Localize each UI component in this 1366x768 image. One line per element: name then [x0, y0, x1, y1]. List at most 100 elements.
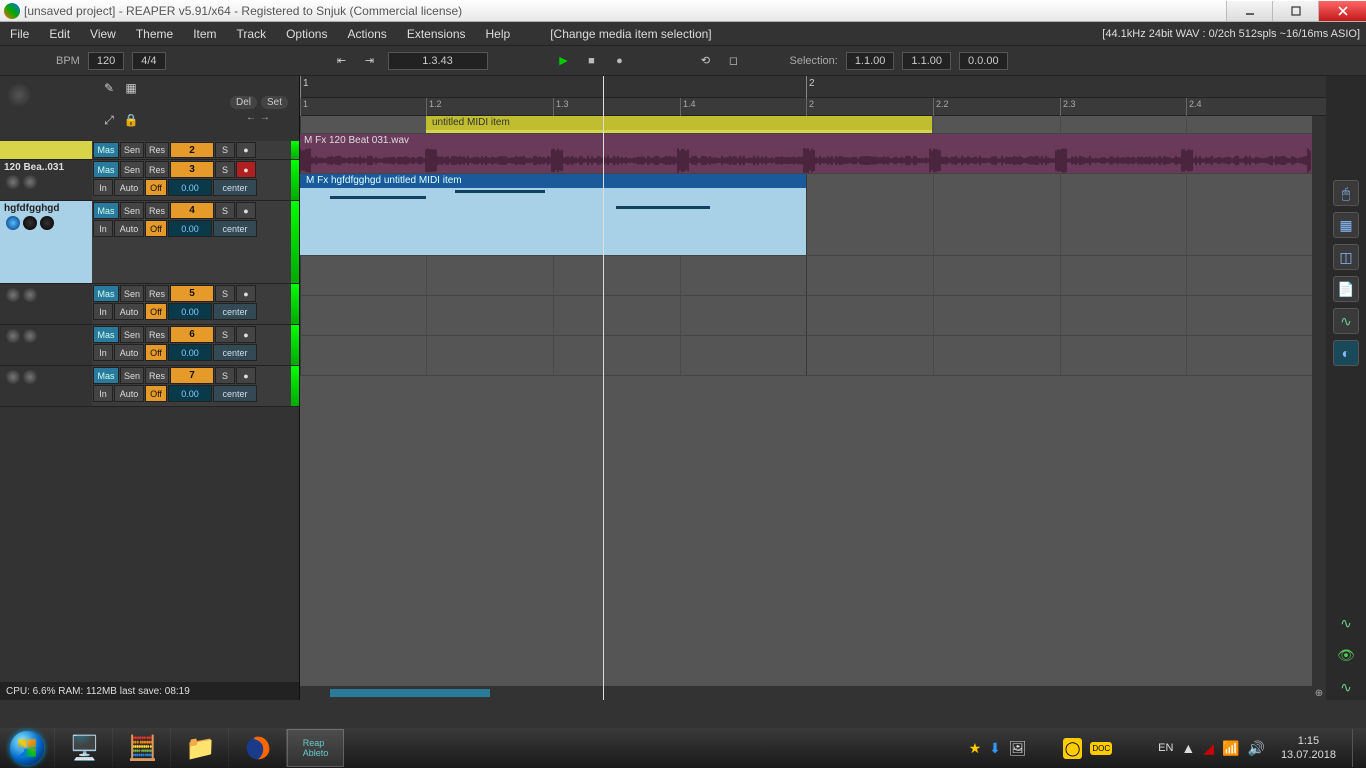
auto-button[interactable]: Auto — [114, 220, 144, 237]
master-knob[interactable] — [6, 82, 32, 108]
track-knob[interactable] — [6, 370, 20, 384]
menu-item[interactable]: Item — [183, 22, 226, 46]
menu-extensions[interactable]: Extensions — [397, 22, 476, 46]
auto-button[interactable]: Auto — [114, 385, 144, 402]
timeline-ruler[interactable]: 12 121.21.31.42.22.32.4 — [300, 76, 1326, 116]
play-button[interactable]: ▶ — [554, 52, 574, 70]
solo-button[interactable]: S — [215, 161, 235, 178]
tray-up-icon[interactable]: ▲ — [1181, 740, 1195, 756]
in-button[interactable]: In — [93, 179, 113, 196]
sen-button[interactable]: Sen — [120, 326, 144, 343]
volume-field[interactable]: 0.00 — [168, 303, 212, 320]
selection-start[interactable]: 1.1.00 — [846, 52, 895, 70]
pencil-icon[interactable]: ✎ — [101, 80, 117, 96]
toolbar-wave3-icon[interactable]: ∿ — [1333, 674, 1359, 700]
tray-network-icon[interactable]: 📶 — [1222, 740, 1239, 757]
bpm-field[interactable]: 120 — [88, 52, 124, 70]
toolbar-grid-icon[interactable]: ▦ — [1333, 212, 1359, 238]
auto-button[interactable]: Auto — [114, 179, 144, 196]
track-lane[interactable]: untitled MIDI item — [300, 116, 1326, 134]
record-arm-button[interactable]: ● — [236, 367, 256, 384]
sen-button[interactable]: Sen — [120, 142, 144, 158]
playhead[interactable] — [603, 76, 604, 700]
in-button[interactable]: In — [93, 385, 113, 402]
res-button[interactable]: Res — [145, 326, 169, 343]
menu-track[interactable]: Track — [227, 22, 277, 46]
next-button[interactable]: ⇥ — [360, 52, 380, 70]
volume-field[interactable]: 0.00 — [168, 385, 212, 402]
maximize-button[interactable] — [1272, 1, 1318, 21]
track-name[interactable] — [0, 325, 92, 365]
sen-button[interactable]: Sen — [120, 367, 144, 384]
midi-clip[interactable]: untitled MIDI item — [426, 116, 932, 133]
menu-help[interactable]: Help — [476, 22, 521, 46]
res-button[interactable]: Res — [145, 142, 169, 158]
tray-doc-icon[interactable]: DOC — [1090, 742, 1112, 755]
res-button[interactable]: Res — [145, 202, 169, 219]
track-knob[interactable] — [23, 288, 37, 302]
solo-button[interactable]: S — [215, 367, 235, 384]
track-lane[interactable] — [300, 296, 1326, 336]
track-number[interactable]: 4 — [170, 202, 214, 219]
pan-field[interactable]: center — [213, 303, 257, 320]
track-name[interactable]: 120 Bea..031 — [0, 160, 92, 200]
lock-icon[interactable]: 🔒 — [123, 112, 139, 128]
track-name[interactable] — [0, 284, 92, 324]
right-arrow-icon[interactable]: → — [260, 112, 270, 123]
auto-button[interactable]: Auto — [114, 344, 144, 361]
track-lane[interactable]: M Fx hgfdfgghgd untitled MIDI item — [300, 174, 1326, 256]
track-name[interactable] — [0, 141, 92, 159]
tray-clock[interactable]: 1:15 13.07.2018 — [1273, 734, 1344, 762]
taskbar-explorer1[interactable]: 🖥️ — [54, 729, 112, 767]
track-knob[interactable] — [6, 288, 20, 302]
solo-button[interactable]: S — [215, 285, 235, 302]
mas-button[interactable]: Mas — [93, 367, 119, 384]
tray-language[interactable]: EN — [1158, 742, 1173, 754]
mas-button[interactable]: Mas — [93, 326, 119, 343]
track-knob[interactable] — [6, 175, 20, 189]
toolbar-eye-icon[interactable]: 👁 — [1333, 642, 1359, 668]
off-button[interactable]: Off — [145, 303, 167, 320]
solo-button[interactable]: S — [215, 202, 235, 219]
toolbar-notes-icon[interactable]: 📄 — [1333, 276, 1359, 302]
toolbar-wave1-icon[interactable]: ∿ — [1333, 308, 1359, 334]
in-button[interactable]: In — [93, 344, 113, 361]
track-knob[interactable] — [6, 329, 20, 343]
track-knob[interactable] — [6, 216, 20, 230]
off-button[interactable]: Off — [145, 344, 167, 361]
record-arm-button[interactable]: ● — [236, 326, 256, 343]
mas-button[interactable]: Mas — [93, 202, 119, 219]
volume-field[interactable]: 0.00 — [168, 344, 212, 361]
track-lane[interactable] — [300, 336, 1326, 376]
off-button[interactable]: Off — [145, 220, 167, 237]
pan-field[interactable]: center — [213, 385, 257, 402]
in-button[interactable]: In — [93, 303, 113, 320]
stop-button[interactable]: ■ — [582, 52, 602, 70]
auto-button[interactable]: Auto — [114, 303, 144, 320]
tray-volume-icon[interactable]: 🔊 — [1248, 740, 1265, 757]
audio-device-status[interactable]: [44.1kHz 24bit WAV : 0/2ch 512spls ~16/1… — [1102, 28, 1366, 40]
record-arm-button[interactable]: ● — [236, 202, 256, 219]
record-arm-button[interactable]: ● — [236, 161, 256, 178]
track-name[interactable] — [0, 366, 92, 406]
zoom-corner[interactable]: ⊕ — [1312, 686, 1326, 700]
toolbar-mixer-icon[interactable]: ◫ — [1333, 244, 1359, 270]
res-button[interactable]: Res — [145, 285, 169, 302]
res-button[interactable]: Res — [145, 161, 169, 178]
solo-button[interactable]: S — [215, 142, 235, 158]
toolbar-wave2-icon[interactable]: ∿ — [1333, 610, 1359, 636]
sen-button[interactable]: Sen — [120, 161, 144, 178]
off-button[interactable]: Off — [145, 179, 167, 196]
midi-clip[interactable]: M Fx hgfdfgghgd untitled MIDI item — [300, 174, 806, 255]
track-number[interactable]: 3 — [170, 161, 214, 178]
track-lane[interactable]: M Fx 120 Beat 031.wav — [300, 134, 1326, 174]
pan-field[interactable]: center — [213, 220, 257, 237]
position-display[interactable]: 1.3.43 — [388, 52, 488, 70]
tray-star-icon[interactable]: ★ — [969, 740, 982, 757]
tray-flag-icon[interactable]: ◢ — [1203, 740, 1214, 757]
track-knob[interactable] — [23, 329, 37, 343]
solo-button[interactable]: S — [215, 326, 235, 343]
track-number[interactable]: 6 — [170, 326, 214, 343]
in-button[interactable]: In — [93, 220, 113, 237]
set-button[interactable]: Set — [261, 96, 288, 109]
